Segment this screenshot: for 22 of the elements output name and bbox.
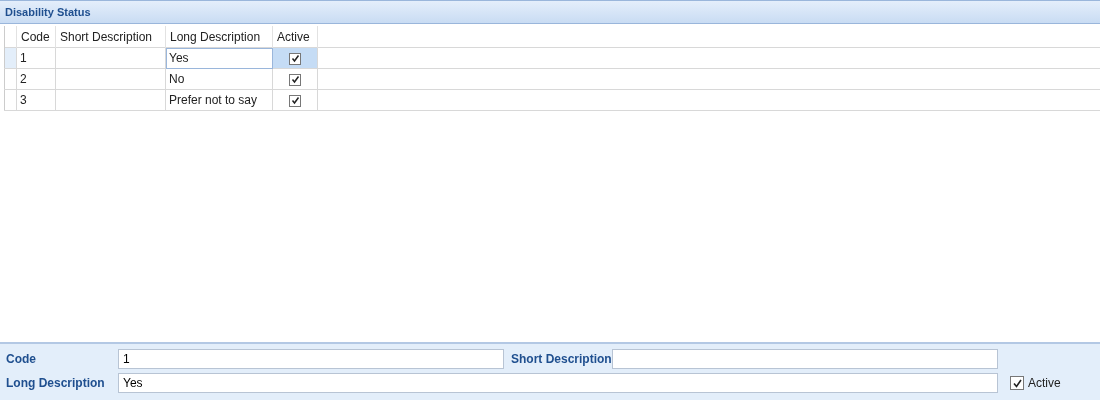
column-header[interactable]: Active	[272, 26, 318, 48]
table-cell: 1	[16, 47, 56, 69]
input-field[interactable]	[612, 349, 998, 369]
table-cell: No	[165, 68, 273, 90]
window-title: Disability Status	[5, 6, 91, 18]
checkbox[interactable]	[289, 52, 301, 65]
field-label: Long Description	[6, 376, 106, 390]
column-header[interactable]: Long Description	[165, 26, 273, 48]
input-field[interactable]: Yes	[118, 373, 998, 393]
checkbox[interactable]	[289, 94, 301, 107]
checkbox[interactable]	[289, 73, 301, 86]
checkbox[interactable]	[1010, 376, 1024, 390]
table-cell: 3	[16, 89, 56, 111]
column-header[interactable]: Short Description	[55, 26, 166, 48]
field-label: Code	[6, 352, 37, 366]
field-label: Short Description	[510, 352, 612, 366]
column-header[interactable]: Code	[16, 26, 56, 48]
table-cell: 2	[16, 68, 56, 90]
checkbox-label: Active	[1028, 376, 1061, 390]
table-cell: Prefer not to say	[165, 89, 273, 111]
table-cell: Yes	[165, 47, 273, 69]
input-field[interactable]: 1	[118, 349, 504, 369]
